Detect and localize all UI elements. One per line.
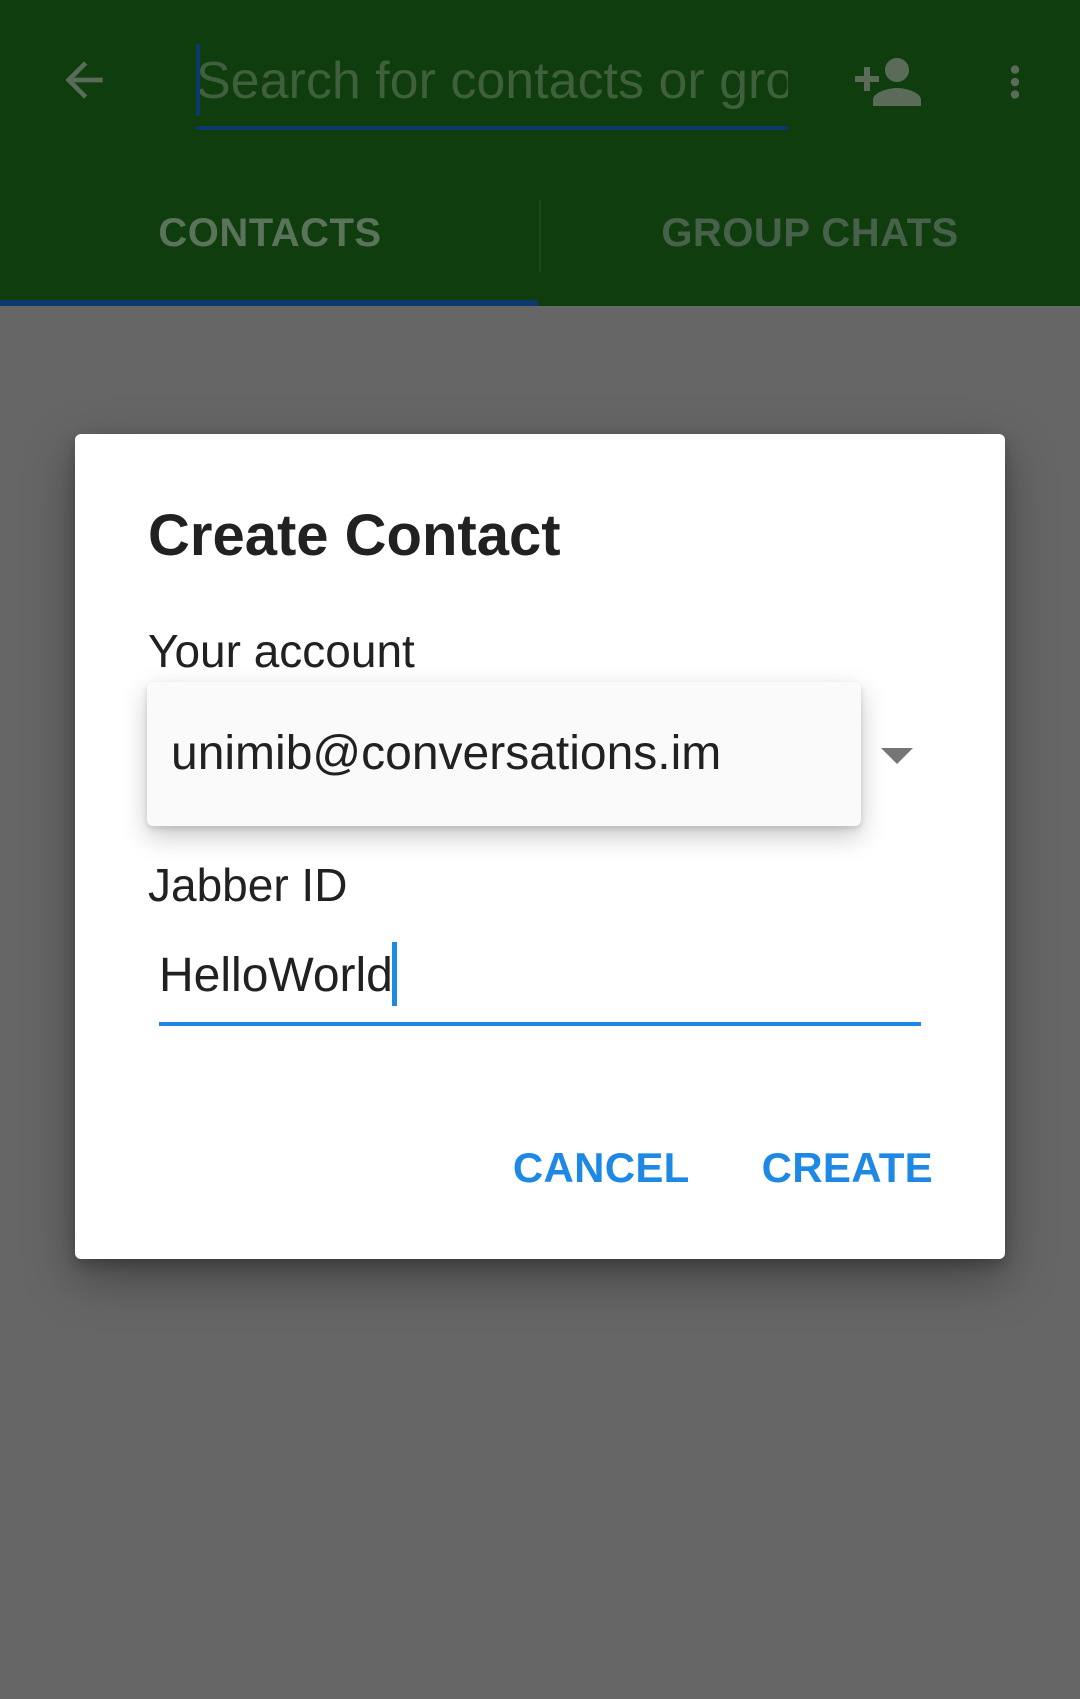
screen: CONTACTS GROUP CHATS Create Contact Your… [0, 0, 1080, 1699]
jabber-id-input[interactable] [159, 932, 921, 1018]
add-contact-button[interactable] [846, 40, 930, 124]
jabber-id-field[interactable] [159, 932, 921, 1026]
more-vert-icon [1010, 65, 1020, 99]
search-field[interactable] [196, 40, 788, 130]
search-caret [196, 44, 200, 116]
app-bar: CONTACTS GROUP CHATS [0, 0, 1080, 306]
account-label: Your account [148, 625, 415, 677]
account-dropdown[interactable]: unimib@conversations.im [147, 682, 861, 826]
account-selected-value: unimib@conversations.im [171, 727, 722, 780]
dialog-actions: CANCEL CREATE [513, 1144, 933, 1192]
arrow-back-icon [65, 61, 103, 99]
dropdown-arrow-icon[interactable] [881, 748, 913, 764]
create-contact-dialog: Create Contact Your account unimib@conve… [75, 434, 1005, 1259]
tab-contacts-label: CONTACTS [158, 210, 382, 255]
tab-contacts[interactable]: CONTACTS [0, 160, 540, 306]
search-input[interactable] [196, 40, 788, 122]
tab-group-chats[interactable]: GROUP CHATS [540, 160, 1080, 306]
person-add-icon [855, 58, 921, 106]
back-button[interactable] [44, 40, 124, 120]
text-cursor [392, 942, 397, 1006]
overflow-menu-button[interactable] [990, 40, 1040, 124]
toolbar [0, 0, 1080, 160]
dialog-title: Create Contact [148, 503, 561, 568]
cancel-button[interactable]: CANCEL [513, 1144, 690, 1192]
tab-bar: CONTACTS GROUP CHATS [0, 160, 1080, 306]
jabber-id-label: Jabber ID [148, 859, 348, 911]
create-button[interactable]: CREATE [762, 1144, 933, 1192]
tab-group-chats-label: GROUP CHATS [661, 210, 959, 255]
tab-indicator [0, 300, 538, 306]
